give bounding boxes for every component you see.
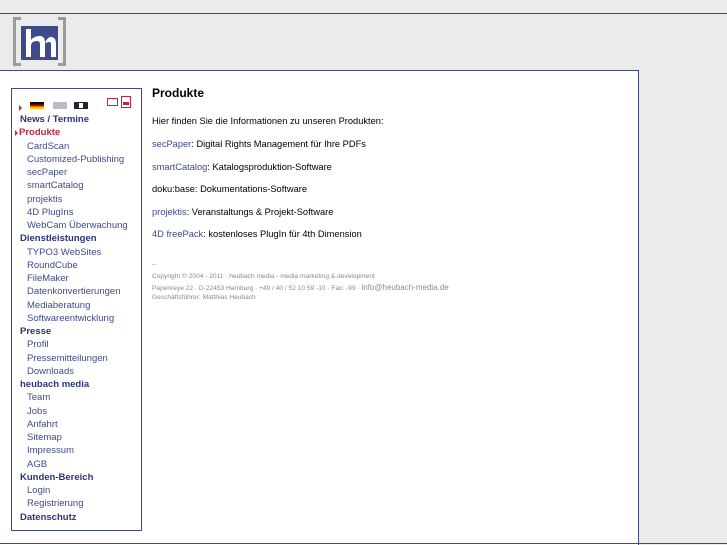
nav-heubach-media[interactable]: heubach media xyxy=(20,378,140,391)
nav-softwareentwicklung[interactable]: Softwareentwicklung xyxy=(20,312,140,325)
nav-presse[interactable]: Presse xyxy=(20,325,140,338)
english-flag-icon[interactable] xyxy=(53,102,67,109)
product-item: projektis: Veranstaltungs & Projekt-Soft… xyxy=(152,207,622,217)
right-background xyxy=(639,70,727,545)
french-flag-icon[interactable] xyxy=(74,102,88,109)
nav-mediaberatung[interactable]: Mediaberatung xyxy=(20,299,140,312)
product-item: 4D freePack: kostenloses PlugIn für 4th … xyxy=(152,229,622,239)
nav-downloads[interactable]: Downloads xyxy=(20,365,140,378)
nav-roundcube[interactable]: RoundCube xyxy=(20,259,140,272)
product-item: doku:base: Dokumentations-Software xyxy=(152,184,622,194)
nav-projektis[interactable]: projektis xyxy=(20,193,140,206)
nav-jobs[interactable]: Jobs xyxy=(20,405,140,418)
nav-login[interactable]: Login xyxy=(20,484,140,497)
active-arrow-icon xyxy=(15,129,18,136)
footer-address: Papenreye 22 · D-22453 Hamburg · +49 / 4… xyxy=(152,285,362,292)
nav-dienstleistungen[interactable]: Dienstleistungen xyxy=(20,232,140,245)
intro-text: Hier finden Sie die Informationen zu uns… xyxy=(152,116,384,126)
nav-registrierung[interactable]: Registrierung xyxy=(20,497,140,510)
product-desc: : kostenloses PlugIn für 4th Dimension xyxy=(203,229,362,239)
footer: -- Copyright © 2004 - 2011 · heubach med… xyxy=(152,259,622,303)
nav-typo3-websites[interactable]: TYPO3 WebSites xyxy=(20,246,140,259)
nav-sitemap[interactable]: Sitemap xyxy=(20,431,140,444)
product-desc: : Dokumentations-Software xyxy=(194,184,308,194)
nav-agb[interactable]: AGB xyxy=(20,458,140,471)
language-bar xyxy=(17,96,141,111)
nav-profil[interactable]: Profil xyxy=(20,338,140,351)
product-item: secPaper: Digital Rights Management für … xyxy=(152,139,622,149)
nav-produkte[interactable]: Produkte xyxy=(15,126,140,139)
product-item: smartCatalog: Katalogsproduktion-Softwar… xyxy=(152,162,622,172)
nav-pressemitteilungen[interactable]: Pressemitteilungen xyxy=(20,352,140,365)
footer-email-link[interactable]: info@heubach-media.de xyxy=(361,283,448,292)
product-desc: : Digital Rights Management für Ihre PDF… xyxy=(191,139,366,149)
pdf-icon[interactable] xyxy=(121,96,131,108)
product-link-secpaper[interactable]: secPaper xyxy=(152,139,191,149)
nav-kunden-bereich[interactable]: Kunden-Bereich xyxy=(20,471,140,484)
nav-datenschutz[interactable]: Datenschutz xyxy=(20,511,140,524)
footer-copyright: Copyright © 2004 - 2011 · heubach media … xyxy=(152,272,375,280)
product-name-dokubase: doku:base xyxy=(152,184,195,194)
product-desc: : Veranstaltungs & Projekt-Software xyxy=(186,206,334,217)
product-link-4d-freepack[interactable]: 4D freePack xyxy=(152,229,203,239)
nav-cardscan[interactable]: CardScan xyxy=(20,140,140,153)
nav-produkte-label: Produkte xyxy=(19,127,61,139)
product-link-smartcatalog[interactable]: smartCatalog xyxy=(152,162,207,172)
bottom-border xyxy=(0,543,727,544)
header-band xyxy=(0,13,727,71)
footer-separator: -- xyxy=(152,261,157,268)
mail-icon[interactable] xyxy=(107,98,118,106)
nav-webcam-ueberwachung[interactable]: WebCam Überwachung xyxy=(20,219,140,232)
arrow-icon xyxy=(19,105,22,111)
nav-datenkonvertierungen[interactable]: Datenkonvertierungen xyxy=(20,285,140,298)
nav-anfahrt[interactable]: Anfahrt xyxy=(20,418,140,431)
nav-4d-plugins[interactable]: 4D PlugIns xyxy=(20,206,140,219)
nav-team[interactable]: Team xyxy=(20,391,140,404)
product-desc: : Katalogsproduktion-Software xyxy=(207,161,332,172)
nav-secpaper[interactable]: secPaper xyxy=(20,166,140,179)
german-flag-icon[interactable] xyxy=(30,102,44,109)
nav-customized-publishing[interactable]: Customized-Publishing xyxy=(20,153,140,166)
content-panel: News / Termine Produkte CardScan Customi… xyxy=(0,70,639,545)
product-link-projektis[interactable]: projektis xyxy=(152,207,187,217)
main-content: Produkte Hier finden Sie die Information… xyxy=(152,86,622,303)
page-title: Produkte xyxy=(152,86,205,100)
nav-news-termine[interactable]: News / Termine xyxy=(20,113,140,126)
sidebar: News / Termine Produkte CardScan Customi… xyxy=(11,88,142,531)
nav-filemaker[interactable]: FileMaker xyxy=(20,272,140,285)
sidebar-nav: News / Termine Produkte CardScan Customi… xyxy=(15,113,140,524)
nav-impressum[interactable]: Impressum xyxy=(20,444,140,457)
nav-smartcatalog[interactable]: smartCatalog xyxy=(20,179,140,192)
heubach-media-logo[interactable] xyxy=(11,16,68,67)
